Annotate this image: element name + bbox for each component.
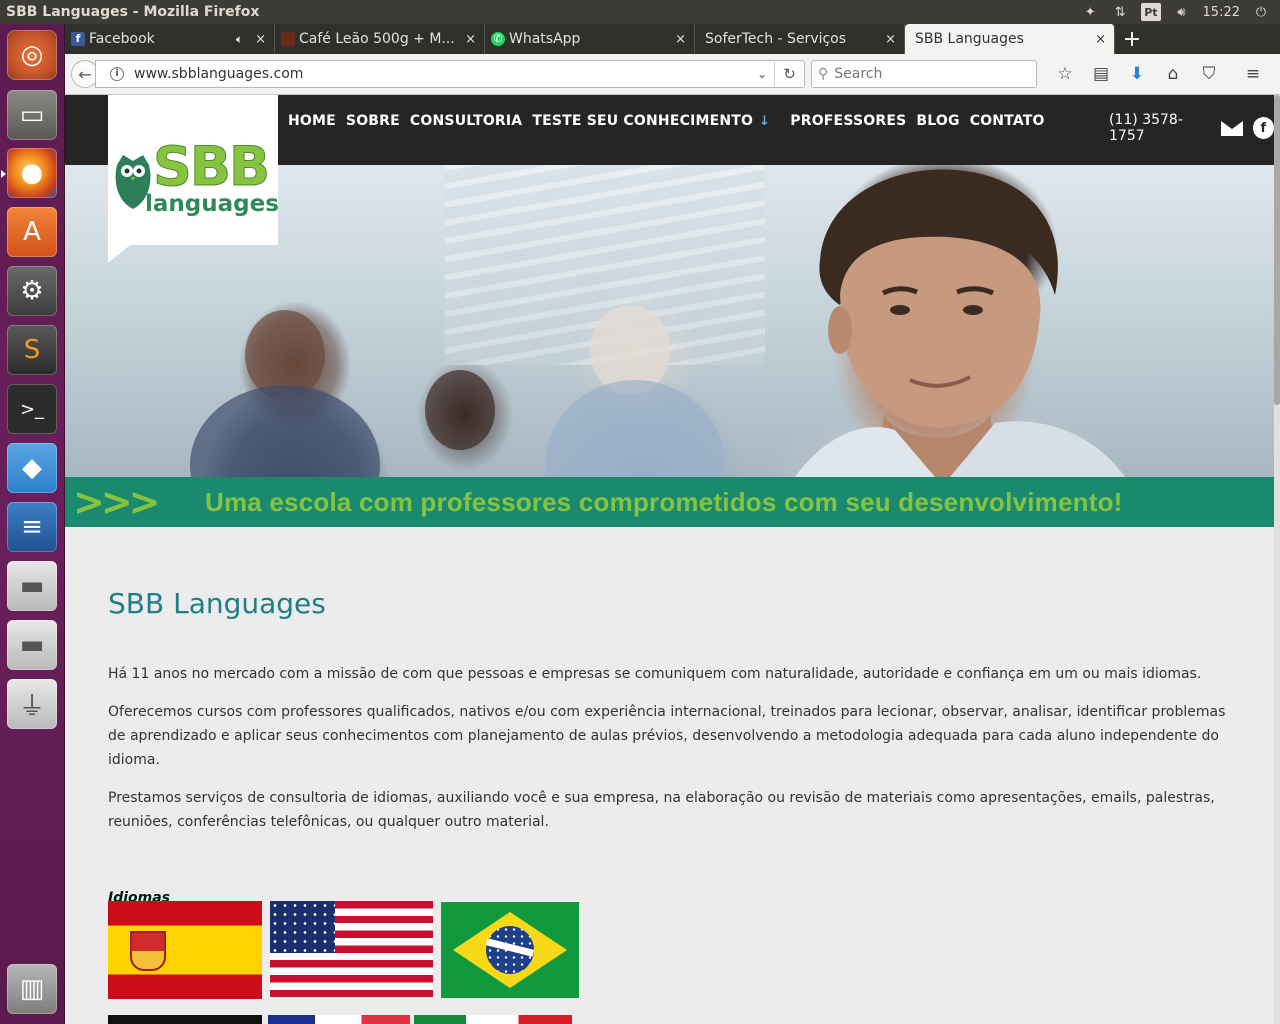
active-app-indicator [1,170,6,178]
contact-area: (11) 3578-1757 f [1109,112,1275,144]
section-title: SBB Languages [108,587,326,620]
search-input[interactable] [834,66,1025,82]
facebook-icon[interactable]: f [1252,117,1275,139]
tagline-banner: >>> Uma escola com professores compromet… [65,477,1274,527]
stars-canton [270,901,335,953]
paragraph: Oferecemos cursos com professores qualif… [108,704,1226,768]
ubuntu-dash-icon[interactable]: ◎ [7,30,57,80]
nav-professores[interactable]: PROFESSORES [790,113,906,129]
germany-flag-icon[interactable] [108,1015,262,1024]
window-title: SBB Languages - Mozilla Firefox [6,4,260,20]
usa-flag-icon[interactable] [270,901,433,997]
clock[interactable]: 15:22 [1203,3,1240,21]
logo-text-languages: languages [145,191,279,217]
nav-contato[interactable]: CONTATO [970,113,1045,129]
hard-drive-icon[interactable]: ▬ [7,561,57,611]
volume-icon[interactable]: 🔊︎ [1173,3,1191,21]
url-text[interactable]: www.sbblanguages.com [134,66,750,82]
site-nav: HOME SOBRE CONSULTORIA TESTE SEU CONHECI… [288,113,1045,129]
keyboard-layout-indicator[interactable]: Pt [1141,3,1161,21]
page-scrollbar[interactable] [1274,95,1280,1024]
tab-label: Café Leão 500g + M... [299,31,455,47]
facebook-favicon-icon: f [71,32,85,46]
close-tab-icon[interactable]: × [255,32,266,47]
reload-icon[interactable]: ↻ [774,61,804,87]
indicator-area: ✦ ⇅ Pt 🔊︎ 15:22 ⏻ [1081,3,1280,21]
power-icon[interactable]: ⏻ [1252,3,1270,21]
ubuntu-software-icon[interactable]: A [7,207,57,257]
logo-notch [108,245,130,263]
dropbox-status-icon[interactable]: ✦ [1081,3,1099,21]
close-tab-icon[interactable]: × [675,32,686,47]
brazil-flag-icon[interactable] [441,902,579,998]
libreoffice-writer-icon[interactable]: ≡ [7,502,57,552]
bookmark-star-icon[interactable]: ☆ [1047,60,1083,88]
sublime-text-icon[interactable]: S [7,325,57,375]
tagline-text: Uma escola com professores comprometidos… [205,486,1123,517]
close-tab-icon[interactable]: × [885,32,896,47]
coat-of-arms-icon [130,931,166,971]
tab-label: SBB Languages [915,31,1024,47]
close-tab-icon[interactable]: × [465,32,476,47]
unity-launcher: ◎ ▭ ● A ⚙ S >_ ◆ ≡ ▬ ▬ ⏚ ▥ [0,24,65,1024]
tab-label: Facebook [89,31,155,47]
tab-whatsapp[interactable]: ✆ WhatsApp × [485,24,695,54]
system-settings-icon[interactable]: ⚙ [7,266,57,316]
search-icon: ⚲ [818,66,829,82]
search-box[interactable]: ⚲ [811,60,1037,88]
tab-label: SoferTech - Serviços [705,31,847,47]
nav-sobre[interactable]: SOBRE [346,113,400,129]
reading-list-icon[interactable]: ▤ [1083,60,1119,88]
firefox-icon[interactable]: ● [7,148,57,198]
downloads-icon[interactable]: ⬇ [1119,60,1155,88]
new-tab-button[interactable]: + [1115,24,1149,54]
home-icon[interactable]: ⌂ [1155,60,1191,88]
tab-cafe-leao[interactable]: Café Leão 500g + M... × [275,24,485,54]
site-info-icon[interactable]: i [110,67,124,81]
france-flag-icon[interactable] [268,1015,410,1024]
tab-label: WhatsApp [509,31,581,47]
top-panel: SBB Languages - Mozilla Firefox ✦ ⇅ Pt 🔊… [0,0,1280,24]
paragraph: Há 11 anos no mercado com a missão de co… [108,666,1202,682]
phone-number: (11) 3578-1757 [1109,112,1183,144]
tab-bar: f Facebook 🔈︎ × Café Leão 500g + M... × … [65,24,1280,54]
download-circle-icon[interactable]: ↓ [759,114,770,129]
history-dropdown-icon[interactable]: ⌄ [750,67,774,81]
nav-blog[interactable]: BLOG [916,113,959,129]
toolbar-icons: ☆ ▤ ⬇ ⌂ ⛉ ≡ [1047,60,1271,88]
tab-sofertech[interactable]: SoferTech - Serviços × [695,24,905,54]
files-icon[interactable]: ▭ [7,90,57,140]
tab-facebook[interactable]: f Facebook 🔈︎ × [65,24,275,54]
hard-drive-icon[interactable]: ▬ [7,620,57,670]
terminal-icon[interactable]: >_ [7,384,57,434]
nav-teste-seu-conhecimento[interactable]: TESTE SEU CONHECIMENTO [532,113,753,129]
store-favicon-icon [281,32,295,46]
main-content: SBB Languages Há 11 anos no mercado com … [108,527,1238,906]
chevrons-icon: >>> [73,480,161,524]
scrollbar-thumb[interactable] [1274,95,1280,405]
email-icon[interactable] [1221,120,1244,136]
tab-sbb-languages[interactable]: SBB Languages × [905,24,1115,54]
dropbox-icon[interactable]: ◆ [7,443,57,493]
logo-text-sbb: SBB [152,135,270,198]
page-viewport: HOME SOBRE CONSULTORIA TESTE SEU CONHECI… [65,95,1280,1024]
usb-drive-icon[interactable]: ⏚ [7,679,57,729]
nav-home[interactable]: HOME [288,113,336,129]
spain-flag-icon[interactable] [108,901,262,999]
nav-consultoria[interactable]: CONSULTORIA [410,113,522,129]
navigation-toolbar: ← i www.sbblanguages.com ⌄ ↻ ⚲ ☆ ▤ ⬇ ⌂ ⛉… [65,54,1280,95]
whatsapp-favicon-icon: ✆ [491,32,505,46]
trash-icon[interactable]: ▥ [7,964,57,1014]
italy-flag-icon[interactable] [414,1015,572,1024]
paragraph: Prestamos serviços de consultoria de idi… [108,790,1215,830]
close-tab-icon[interactable]: × [1095,32,1106,47]
pocket-icon[interactable]: ⛉ [1191,60,1227,88]
network-icon[interactable]: ⇅ [1111,3,1129,21]
speaker-icon[interactable]: 🔈︎ [236,32,243,47]
url-bar[interactable]: i www.sbblanguages.com ⌄ ↻ [95,60,805,88]
menu-icon[interactable]: ≡ [1235,60,1271,88]
